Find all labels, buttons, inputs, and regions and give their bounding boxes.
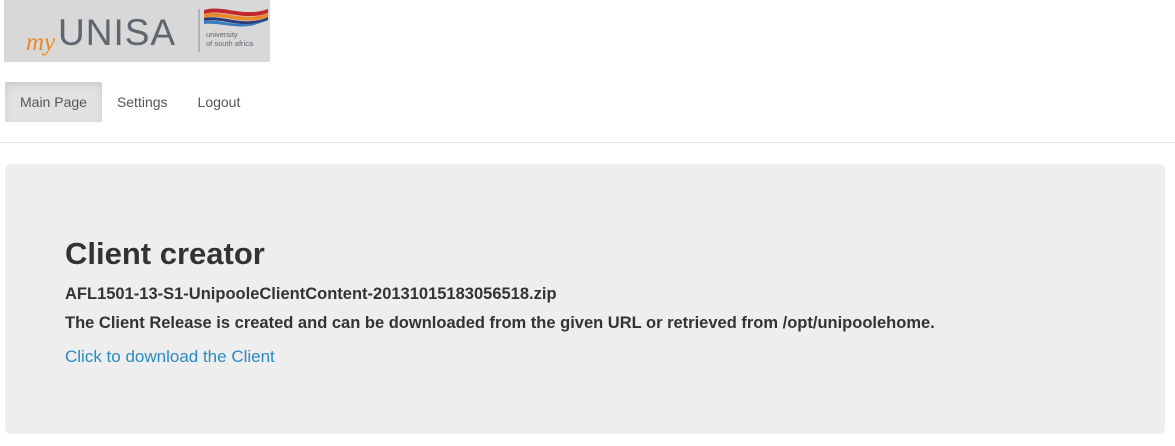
nav-main-page[interactable]: Main Page (5, 82, 102, 122)
logo-flag-icon (204, 8, 268, 27)
nav-settings[interactable]: Settings (102, 82, 183, 122)
client-filename: AFL1501-13-S1-UnipooleClientContent-2013… (65, 285, 557, 303)
logo-tagline-line2: of south africa (206, 39, 254, 48)
nav-divider (0, 142, 1175, 143)
download-client-link[interactable]: Click to download the Client (65, 347, 275, 367)
panel-content: Client creator AFL1501-13-S1-UnipooleCli… (65, 234, 935, 367)
unisa-logo[interactable]: my UNISA university of south africa (4, 0, 270, 62)
logo-brand: UNISA (58, 12, 176, 53)
logo-graphic: my UNISA university of south africa (26, 8, 268, 56)
main-nav: Main Page Settings Logout (5, 82, 255, 122)
logo-prefix: my (26, 29, 56, 56)
nav-logout[interactable]: Logout (183, 82, 256, 122)
page-title: Client creator (65, 236, 265, 271)
status-message: The Client Release is created and can be… (65, 314, 935, 332)
client-creator-panel: Client creator AFL1501-13-S1-UnipooleCli… (5, 164, 1165, 434)
logo-tagline-line1: university (206, 30, 238, 39)
